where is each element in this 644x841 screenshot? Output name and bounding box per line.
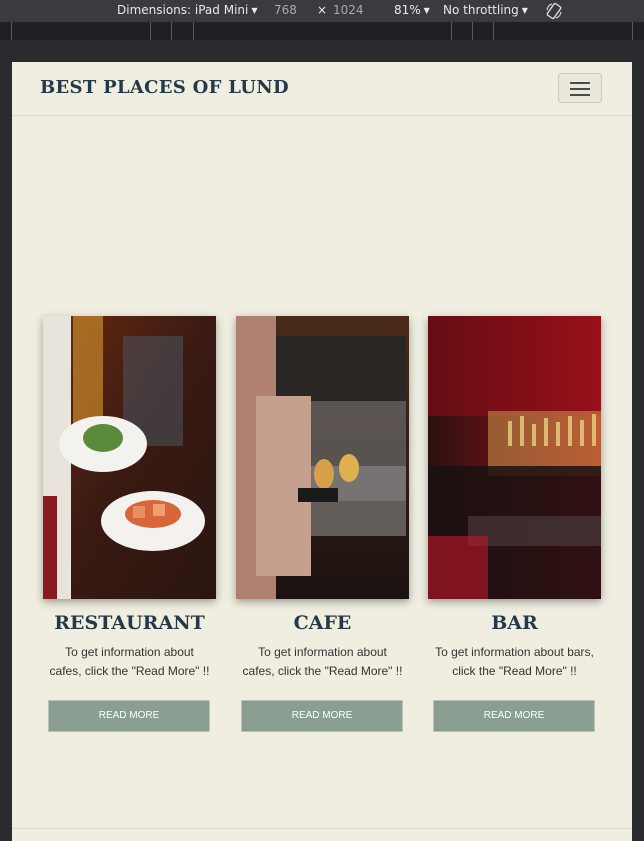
read-more-button[interactable]: READ MORE [241, 700, 403, 732]
zoom-select[interactable]: 81% ▼ [394, 3, 430, 17]
bar-photo [428, 316, 601, 599]
device-viewport: BEST PLACES OF LUND RESTAURANT To get in… [12, 62, 632, 841]
cafe-photo [236, 316, 409, 599]
throttling-select[interactable]: No throttling ▼ [443, 3, 528, 17]
card-title: RESTAURANT [54, 612, 205, 634]
footer-divider [12, 828, 632, 829]
width-input[interactable]: 768 [274, 3, 297, 17]
viewport-gutter [0, 40, 644, 62]
brand-title[interactable]: BEST PLACES OF LUND [40, 77, 289, 98]
navbar: BEST PLACES OF LUND [12, 62, 632, 116]
times-icon: × [317, 3, 328, 17]
chevron-down-icon: ▼ [251, 6, 258, 15]
zoom-select-label: 81% [394, 3, 421, 17]
card-title: BAR [491, 612, 538, 634]
read-more-button[interactable]: READ MORE [433, 700, 595, 732]
chevron-down-icon: ▼ [521, 6, 528, 15]
rotate-device-icon[interactable] [544, 1, 564, 21]
card-description: To get information about cafes, click th… [242, 645, 403, 678]
devtools-device-toolbar: Dimensions: iPad Mini ▼ 768 × 1024 81% ▼ N… [0, 0, 644, 22]
read-more-button[interactable]: READ MORE [48, 700, 210, 732]
hamburger-menu-icon [570, 82, 590, 84]
chevron-down-icon: ▼ [423, 6, 430, 15]
media-query-ruler [0, 22, 644, 40]
card-title: CAFE [293, 612, 352, 634]
device-select-label: Dimensions: iPad Mini [117, 3, 249, 17]
height-input[interactable]: 1024 [333, 3, 364, 17]
device-select[interactable]: Dimensions: iPad Mini ▼ [117, 3, 258, 17]
card-description: To get information about bars, click the… [435, 645, 594, 678]
menu-toggle-button[interactable] [558, 73, 602, 103]
restaurant-photo [43, 316, 216, 599]
throttling-select-label: No throttling [443, 3, 519, 17]
card-description: To get information about cafes, click th… [49, 645, 210, 678]
